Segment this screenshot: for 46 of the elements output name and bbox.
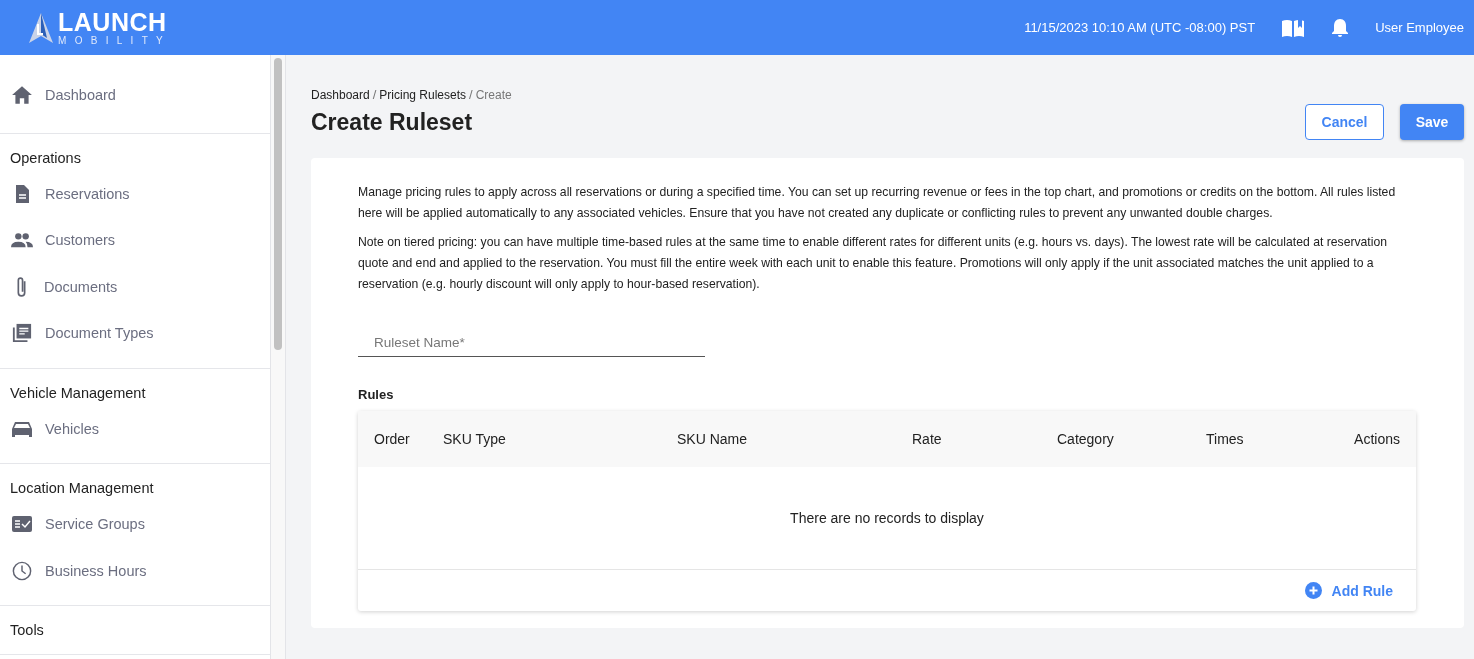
column-header: SKU Type <box>443 431 507 447</box>
plus-circle-icon <box>1304 582 1322 599</box>
column-header: Order <box>374 431 411 447</box>
column-header: SKU Name <box>677 431 749 447</box>
section-heading: Operations <box>9 148 82 168</box>
sidebar-item[interactable]: Business Hours <box>0 547 270 594</box>
description-paragraph: Note on tiered pricing: you can have multiple time-based rules at the same time to enable different rates for different units (e.g. hours vs. days). The lowest rate will be calculated at reservation quote and end and applied to the reservation. You must fill the entire week with each unit to enable this feature. Promotions will only apply if the unit associated matches the unit applied to a reservation (e.g. hourly discount will only apply to hour-based reservation). <box>358 234 1389 293</box>
sidebar-item[interactable]: Service Groups <box>0 501 270 548</box>
column-header: Actions <box>1354 431 1400 447</box>
home-icon <box>11 85 33 106</box>
sidebar-item[interactable]: Dashboard <box>0 72 270 119</box>
breadcrumb-link[interactable]: Dashboard <box>311 87 370 102</box>
sidebar-item[interactable]: Customers <box>0 217 270 264</box>
sidebar-item[interactable]: Documents <box>0 263 270 310</box>
documents-stack-icon <box>11 323 33 344</box>
save-button[interactable]: Save <box>1400 104 1464 140</box>
add-rule-link[interactable]: Add Rule <box>1304 582 1393 599</box>
section-heading: Vehicle Management <box>9 383 147 403</box>
breadcrumb-separator: / <box>372 87 377 102</box>
description-paragraph: Manage pricing rules to apply across all reservations or during a specified time. You can set up recurring revenue or fees in the top chart, and promotions or credits on the bottom. All rules listed here will be applied automatically to any associated vehicles. Ensure that you have not created any duplicate or conflicting rules to prevent any unwanted double charges. <box>358 184 1397 222</box>
user-name[interactable]: User Employee <box>1375 20 1464 35</box>
logo-subtitle: MOBILITY <box>58 35 172 46</box>
bell-icon[interactable] <box>1331 17 1350 38</box>
sidebar-item[interactable]: Vehicles <box>0 405 270 452</box>
section-heading: Tools <box>9 621 45 640</box>
column-header: Times <box>1206 431 1245 447</box>
rocket-logo-icon <box>26 11 56 44</box>
clock-icon <box>11 560 33 581</box>
checklist-icon <box>11 514 33 535</box>
cancel-button[interactable]: Cancel <box>1305 104 1384 140</box>
empty-message: There are no records to display <box>790 510 984 526</box>
column-header: Category <box>1057 431 1115 447</box>
sidebar-item[interactable]: Document Types <box>0 310 270 357</box>
rules-heading: Rules <box>358 387 395 402</box>
paperclip-icon <box>17 276 26 297</box>
book-icon[interactable] <box>1281 17 1306 38</box>
logo-title: LAUNCH <box>58 9 168 35</box>
column-header: Rate <box>912 431 943 447</box>
page-title: Create Ruleset <box>311 108 473 136</box>
scrollbar[interactable] <box>271 55 286 659</box>
section-heading: Location Management <box>9 479 155 498</box>
breadcrumb-separator: / <box>469 87 473 102</box>
breadcrumb-link[interactable]: Pricing Rulesets <box>379 87 467 102</box>
breadcrumb-current: Create <box>475 87 512 102</box>
date-time: 11/15/2023 10:10 AM (UTC -08:00) PST <box>1024 20 1256 35</box>
sidebar-item[interactable]: Reservations <box>0 170 270 217</box>
